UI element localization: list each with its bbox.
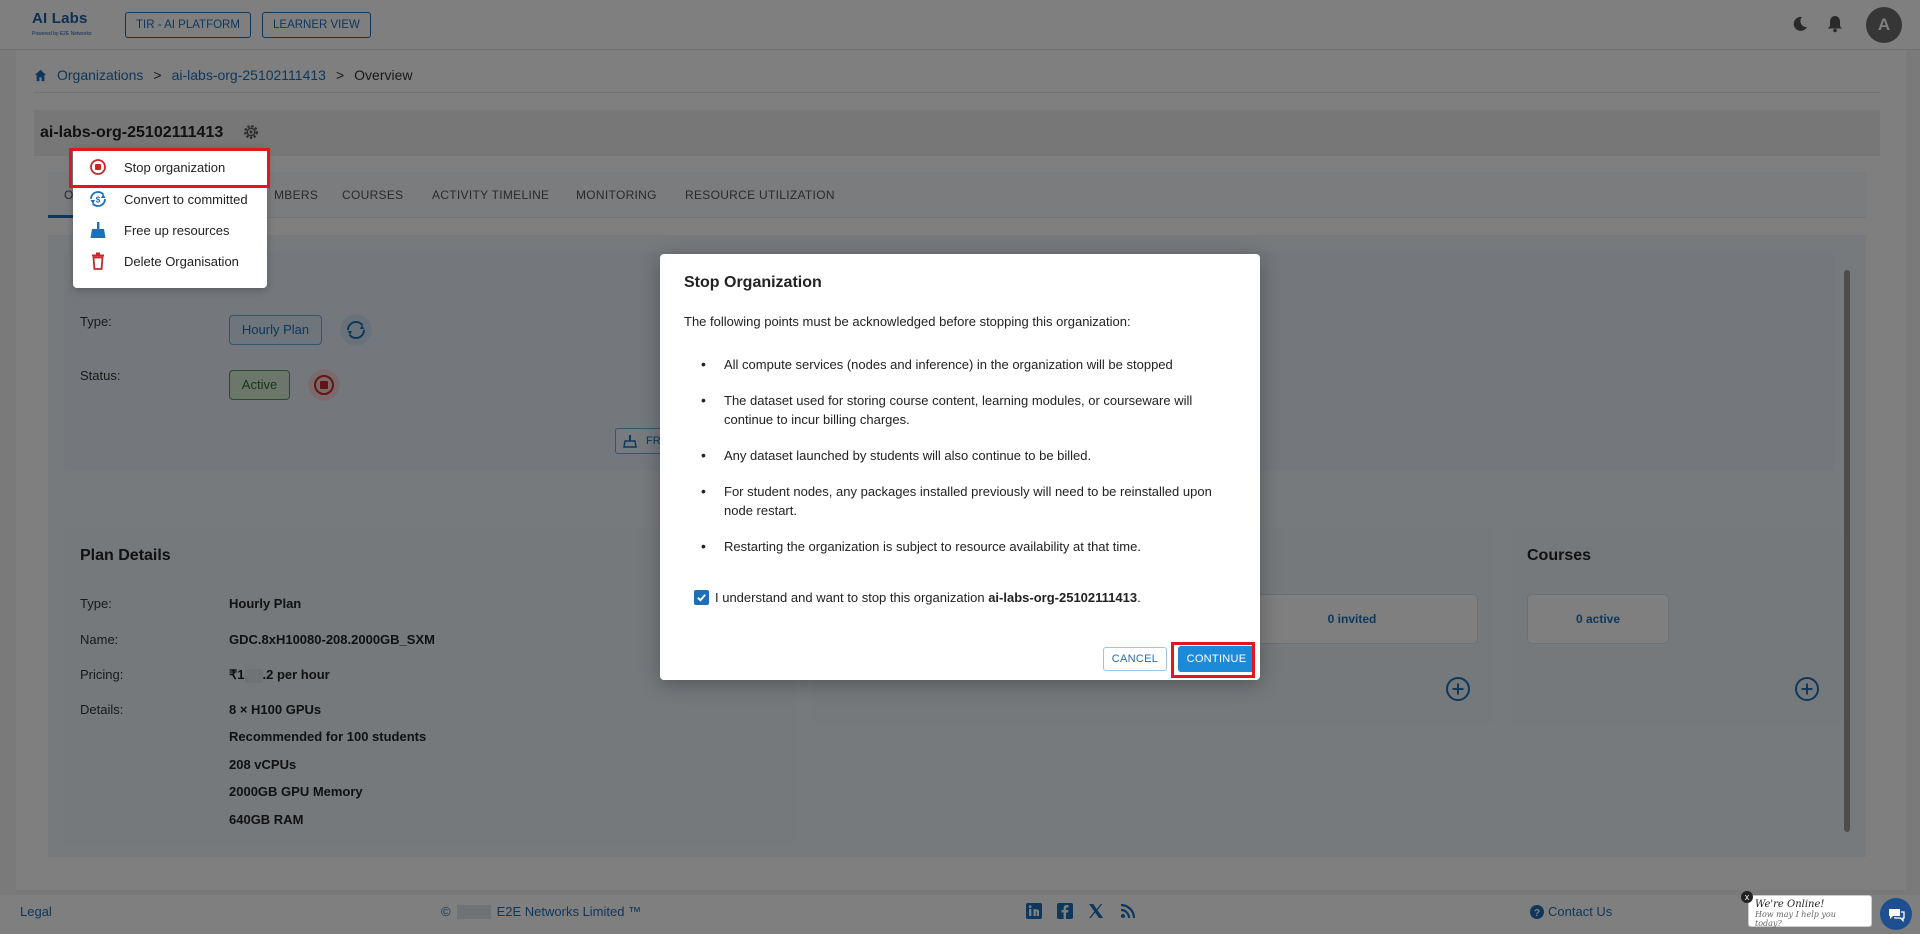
acknowledge-text: I understand and want to stop this organ… <box>715 590 985 605</box>
chat-bubble-icon <box>1889 909 1905 923</box>
acknowledge-row: I understand and want to stop this organ… <box>694 590 1141 605</box>
dialog-point: Restarting the organization is subject t… <box>684 537 1224 556</box>
acknowledge-checkbox[interactable] <box>694 590 709 605</box>
chat-close-icon[interactable]: x <box>1741 891 1753 903</box>
dialog-point: For student nodes, any packages installe… <box>684 482 1224 520</box>
menu-item-convert-to-committed[interactable]: $ Convert to committed <box>73 184 267 214</box>
chat-online-widget[interactable]: We're Online! How may I help you today? <box>1748 895 1872 928</box>
stop-organization-dialog: Stop Organization The following points m… <box>660 254 1260 680</box>
chat-title: We're Online! <box>1755 899 1825 910</box>
menu-item-delete-organisation[interactable]: Delete Organisation <box>73 246 267 276</box>
chat-launcher-button[interactable] <box>1880 898 1912 930</box>
chat-subtitle: How may I help you today? <box>1755 910 1836 928</box>
cancel-button[interactable]: CANCEL <box>1103 647 1167 671</box>
dialog-point: All compute services (nodes and inferenc… <box>684 355 1224 374</box>
convert-icon: $ <box>88 189 108 209</box>
svg-text:$: $ <box>96 196 101 205</box>
menu-item-free-up-resources[interactable]: Free up resources <box>73 215 267 245</box>
trash-icon <box>88 251 108 271</box>
menu-item-label: Convert to committed <box>124 191 248 207</box>
highlight-continue-button <box>1171 642 1255 678</box>
dialog-title: Stop Organization <box>684 274 822 291</box>
acknowledge-end: . <box>1137 590 1141 605</box>
checkmark-icon <box>697 594 706 602</box>
dialog-points-list: All compute services (nodes and inferenc… <box>684 338 1224 556</box>
menu-item-label: Delete Organisation <box>124 253 239 269</box>
highlight-stop-organization <box>69 148 270 188</box>
acknowledge-org-name: ai-labs-org-25102111413 <box>988 590 1138 605</box>
menu-item-label: Free up resources <box>124 222 230 238</box>
broom-icon <box>88 220 108 240</box>
dialog-intro: The following points must be acknowledge… <box>684 314 1131 329</box>
dialog-point: Any dataset launched by students will al… <box>684 446 1224 465</box>
dialog-point: The dataset used for storing course cont… <box>684 391 1224 429</box>
